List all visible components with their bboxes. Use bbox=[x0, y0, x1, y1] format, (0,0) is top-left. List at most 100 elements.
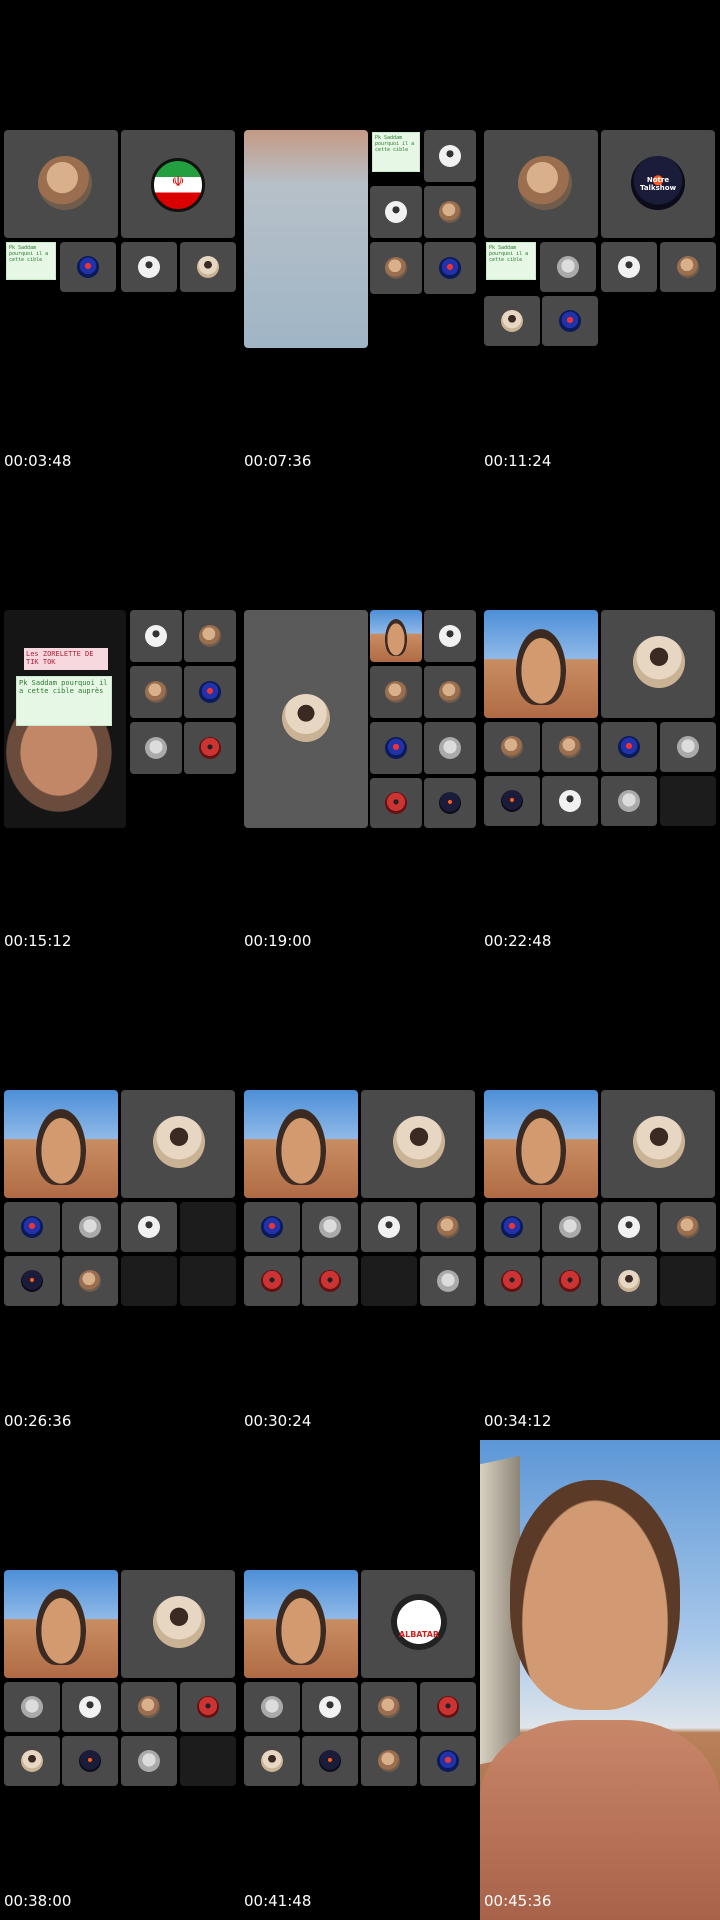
participant-tile[interactable] bbox=[370, 666, 422, 718]
participant-tile[interactable] bbox=[361, 1090, 475, 1198]
participant-tile[interactable] bbox=[121, 130, 235, 238]
participant-tile[interactable] bbox=[660, 722, 716, 772]
participant-tile[interactable] bbox=[244, 1736, 300, 1786]
thumbnail-frame-1[interactable]: Pk Saddam pourquoi il a cette cible 00:0… bbox=[0, 0, 240, 480]
participant-tile[interactable] bbox=[244, 1202, 300, 1252]
participant-tile[interactable] bbox=[370, 778, 422, 828]
participant-tile[interactable] bbox=[302, 1736, 358, 1786]
participant-tile[interactable] bbox=[542, 776, 598, 826]
participant-tile[interactable] bbox=[184, 722, 236, 774]
empty-tile bbox=[121, 1256, 177, 1306]
participant-tile[interactable] bbox=[62, 1736, 118, 1786]
participant-tile[interactable] bbox=[420, 1256, 476, 1306]
participant-tile[interactable] bbox=[424, 130, 476, 182]
participant-tile[interactable] bbox=[420, 1736, 476, 1786]
thumbnail-frame-4[interactable]: Les ZORELETTE DE TIK TOK Pk Saddam pourq… bbox=[0, 480, 240, 960]
participant-tile[interactable] bbox=[180, 1682, 236, 1732]
thumbnail-frame-11[interactable]: ALBATAR 00:41:48 bbox=[240, 1440, 480, 1920]
timestamp-label: 00:45:36 bbox=[484, 1892, 552, 1910]
participant-tile[interactable]: ALBATAR bbox=[361, 1570, 475, 1678]
participant-tile[interactable] bbox=[121, 1570, 235, 1678]
participant-tile[interactable] bbox=[184, 666, 236, 718]
participant-tile[interactable] bbox=[361, 1202, 417, 1252]
participant-tile[interactable] bbox=[601, 1256, 657, 1306]
participant-avatar bbox=[138, 1750, 160, 1772]
participant-tile[interactable] bbox=[424, 186, 476, 238]
participant-tile[interactable] bbox=[424, 242, 476, 294]
participant-tile[interactable] bbox=[121, 1090, 235, 1198]
participant-tile[interactable] bbox=[4, 1202, 60, 1252]
participant-avatar bbox=[437, 1270, 459, 1292]
participant-tile[interactable] bbox=[420, 1682, 476, 1732]
participant-tile[interactable] bbox=[130, 610, 182, 662]
timestamp-label: 00:07:36 bbox=[244, 452, 312, 470]
participant-tile[interactable] bbox=[484, 296, 540, 346]
participant-tile[interactable] bbox=[244, 610, 368, 828]
participant-tile[interactable] bbox=[542, 1256, 598, 1306]
participant-avatar bbox=[559, 1270, 581, 1292]
participant-tile[interactable] bbox=[121, 242, 177, 292]
thumbnail-frame-2[interactable]: Pk Saddam pourquoi il a cette cible 00:0… bbox=[240, 0, 480, 480]
participant-tile[interactable] bbox=[601, 776, 657, 826]
participant-tile[interactable] bbox=[4, 1256, 60, 1306]
participant-tile[interactable] bbox=[302, 1202, 358, 1252]
participant-tile[interactable] bbox=[184, 610, 236, 662]
participant-tile[interactable] bbox=[121, 1736, 177, 1786]
thumbnail-frame-7[interactable]: 00:26:36 bbox=[0, 960, 240, 1440]
participant-tile[interactable] bbox=[4, 1682, 60, 1732]
participant-tile[interactable] bbox=[302, 1256, 358, 1306]
participant-tile[interactable] bbox=[424, 610, 476, 662]
thumbnail-frame-10[interactable]: 00:38:00 bbox=[0, 1440, 240, 1920]
participant-avatar bbox=[199, 737, 221, 759]
talkshow-logo-icon bbox=[319, 1750, 341, 1772]
thumbnail-frame-3[interactable]: Notre Talkshow Pk Saddam pourquoi il a c… bbox=[480, 0, 720, 480]
participant-tile[interactable] bbox=[484, 1202, 540, 1252]
participant-tile[interactable] bbox=[601, 1090, 715, 1198]
participant-tile[interactable] bbox=[424, 722, 476, 774]
participant-tile[interactable] bbox=[484, 776, 540, 826]
participant-tile[interactable] bbox=[370, 242, 422, 294]
participant-tile[interactable] bbox=[370, 186, 422, 238]
participant-tile[interactable] bbox=[542, 722, 598, 772]
thumbnail-frame-8[interactable]: 00:30:24 bbox=[240, 960, 480, 1440]
participant-tile[interactable] bbox=[601, 1202, 657, 1252]
participant-tile[interactable] bbox=[180, 242, 236, 292]
thumbnail-frame-12[interactable]: 00:45:36 bbox=[480, 1440, 720, 1920]
participant-avatar bbox=[439, 201, 461, 223]
participant-tile[interactable] bbox=[420, 1202, 476, 1252]
participant-tile[interactable] bbox=[4, 1736, 60, 1786]
participant-tile[interactable] bbox=[121, 1682, 177, 1732]
participant-tile[interactable] bbox=[361, 1736, 417, 1786]
participant-tile[interactable] bbox=[130, 666, 182, 718]
participant-tile[interactable] bbox=[244, 1682, 300, 1732]
participant-tile[interactable] bbox=[601, 610, 715, 718]
participant-tile[interactable] bbox=[601, 722, 657, 772]
participant-tile[interactable] bbox=[302, 1682, 358, 1732]
thumbnail-frame-9[interactable]: 00:34:12 bbox=[480, 960, 720, 1440]
thumbnail-frame-5[interactable]: 00:19:00 bbox=[240, 480, 480, 960]
participant-tile[interactable] bbox=[542, 1202, 598, 1252]
participant-tile[interactable] bbox=[660, 242, 716, 292]
participant-tile[interactable] bbox=[62, 1202, 118, 1252]
participant-tile[interactable] bbox=[484, 1256, 540, 1306]
participant-tile[interactable]: Notre Talkshow bbox=[601, 130, 715, 238]
participant-tile[interactable] bbox=[542, 296, 598, 346]
participant-tile[interactable] bbox=[601, 242, 657, 292]
participant-tile[interactable] bbox=[424, 666, 476, 718]
participant-avatar bbox=[261, 1216, 283, 1238]
participant-tile[interactable] bbox=[660, 1202, 716, 1252]
participant-tile[interactable] bbox=[370, 722, 422, 774]
participant-tile[interactable] bbox=[60, 242, 116, 292]
participant-tile[interactable] bbox=[121, 1202, 177, 1252]
participant-tile[interactable] bbox=[361, 1682, 417, 1732]
participant-tile[interactable] bbox=[540, 242, 596, 292]
participant-tile[interactable] bbox=[62, 1682, 118, 1732]
participant-tile[interactable] bbox=[4, 130, 118, 238]
participant-tile[interactable] bbox=[424, 778, 476, 828]
participant-tile[interactable] bbox=[484, 130, 598, 238]
participant-tile[interactable] bbox=[484, 722, 540, 772]
participant-tile[interactable] bbox=[130, 722, 182, 774]
participant-tile[interactable] bbox=[62, 1256, 118, 1306]
thumbnail-frame-6[interactable]: 00:22:48 bbox=[480, 480, 720, 960]
participant-tile[interactable] bbox=[244, 1256, 300, 1306]
